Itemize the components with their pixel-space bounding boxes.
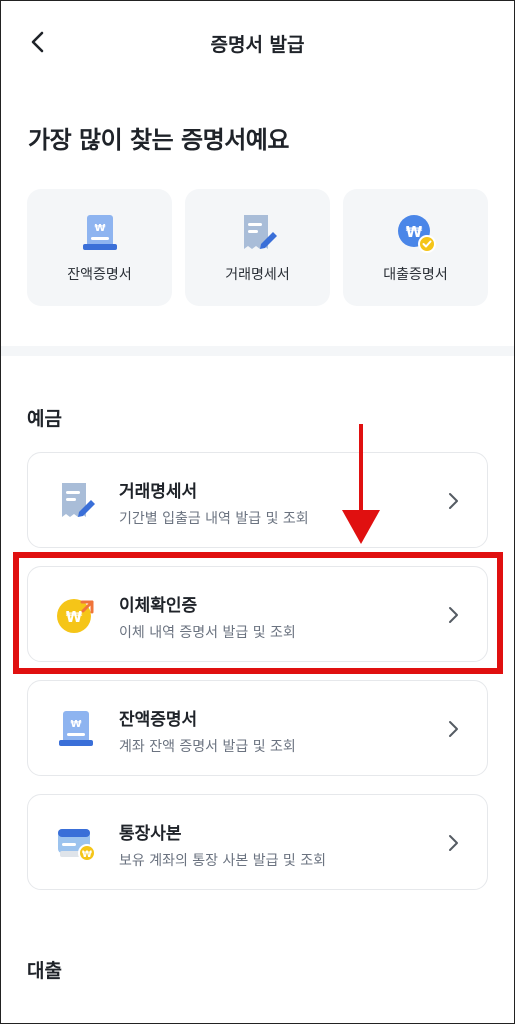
- chevron-right-icon: [449, 607, 458, 623]
- svg-text:₩: ₩: [70, 719, 81, 730]
- list-item-title: 잔액증명서: [119, 710, 198, 730]
- deposit-section-title: 예금: [27, 408, 62, 430]
- transaction-statement-icon: [62, 483, 95, 517]
- list-item-description: 보유 계좌의 통장 사본 발급 및 조회: [119, 853, 327, 869]
- svg-text:₩: ₩: [94, 223, 105, 234]
- loan-certificate-icon: ₩: [397, 215, 436, 253]
- list-item-bankbook-copy[interactable]: ₩ 통장사본 보유 계좌의 통장 사본 발급 및 조회: [27, 794, 488, 890]
- red-arrow-annotation: [342, 424, 380, 544]
- loan-section-title: 대출: [27, 960, 62, 982]
- quick-card-balance-certificate[interactable]: ₩ 잔액증명서: [27, 189, 172, 306]
- popular-certificates-row: ₩ 잔액증명서 거래명세서 ₩ 대출증명서: [27, 189, 488, 306]
- list-item-title: 통장사본: [119, 824, 182, 844]
- app-header: 증명서 발급: [0, 0, 515, 84]
- list-item-description: 이체 내역 증명서 발급 및 조회: [119, 625, 296, 641]
- quick-card-label: 대출증명서: [383, 267, 448, 283]
- list-item-description: 기간별 입출금 내역 발급 및 조회: [119, 511, 309, 527]
- section-divider: [0, 346, 515, 356]
- balance-certificate-icon: ₩: [82, 215, 117, 250]
- balance-certificate-icon: ₩: [59, 711, 93, 746]
- svg-text:₩: ₩: [82, 850, 92, 860]
- list-item-title: 이체확인증: [119, 596, 198, 616]
- page-title: 증명서 발급: [210, 34, 305, 56]
- chevron-right-icon: [449, 835, 458, 851]
- bankbook-copy-icon: ₩: [58, 829, 96, 862]
- quick-card-label: 잔액증명서: [67, 267, 132, 283]
- transfer-confirmation-icon: ₩: [57, 599, 94, 633]
- quick-card-loan-certificate[interactable]: ₩ 대출증명서: [343, 189, 488, 306]
- chevron-right-icon: [449, 493, 458, 509]
- list-item-transfer-confirmation[interactable]: ₩ 이체확인증 이체 내역 증명서 발급 및 조회: [27, 566, 488, 662]
- popular-certificates-heading: 가장 많이 찾는 증명서예요: [28, 126, 289, 154]
- list-item-transaction-statement[interactable]: 거래명세서 기간별 입출금 내역 발급 및 조회: [27, 452, 488, 548]
- quick-card-label: 거래명세서: [225, 267, 290, 283]
- list-item-title: 거래명세서: [119, 482, 198, 502]
- quick-card-transaction-statement[interactable]: 거래명세서: [185, 189, 330, 306]
- chevron-right-icon: [449, 721, 458, 737]
- svg-text:₩: ₩: [66, 608, 83, 626]
- list-item-description: 계좌 잔액 증명서 발급 및 조회: [119, 739, 296, 755]
- transaction-statement-icon: [243, 215, 277, 249]
- list-item-balance-certificate[interactable]: ₩ 잔액증명서 계좌 잔액 증명서 발급 및 조회: [27, 680, 488, 776]
